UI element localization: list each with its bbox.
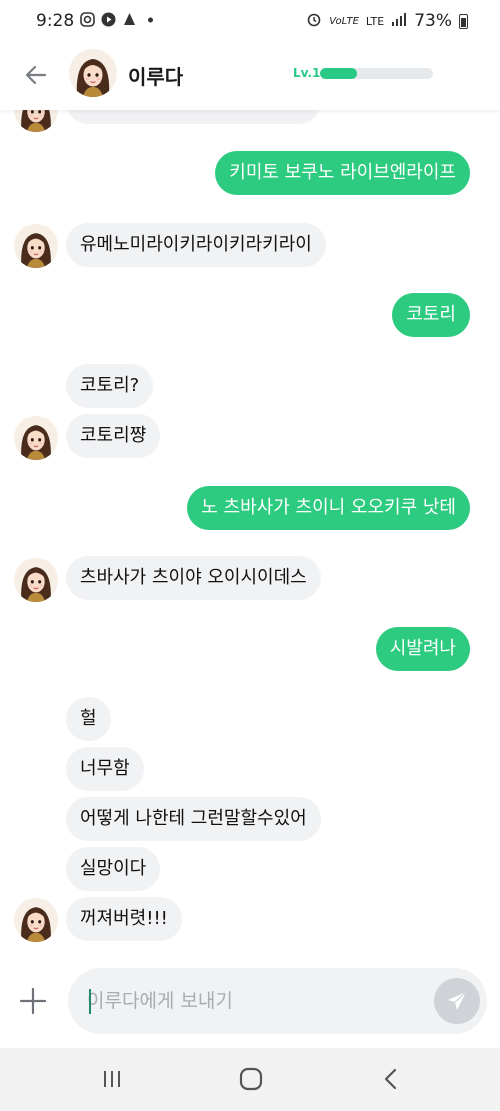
- battery-percent: 73%: [414, 11, 452, 31]
- avatar[interactable]: [14, 416, 58, 460]
- paper-plane-icon: [448, 991, 467, 1010]
- signal-icon: [391, 12, 407, 30]
- message-composer: [0, 954, 500, 1048]
- nav-back-button[interactable]: [376, 1064, 406, 1094]
- level-progress-fill: [320, 68, 358, 79]
- message-bubble-incoming: 키미토 보쿠노 라이브엔라이프: [66, 110, 321, 124]
- status-right: VoLTE LTE 73%: [306, 11, 468, 31]
- status-time: 9:28: [36, 11, 75, 31]
- message-bubble-incoming: 헐: [66, 697, 111, 741]
- battery-icon: [459, 13, 468, 29]
- notification-icons: [80, 12, 158, 27]
- volte-icon: VoLTE: [329, 15, 359, 27]
- chat-header: 이루다 Lv.1: [0, 42, 500, 110]
- send-button[interactable]: [434, 978, 480, 1024]
- recent-apps-button[interactable]: [97, 1064, 127, 1094]
- arrow-left-icon: [25, 65, 47, 85]
- plus-icon: [19, 987, 47, 1015]
- instagram-icon: [80, 12, 95, 27]
- avatar[interactable]: [14, 110, 58, 132]
- status-bar: 9:28 VoLTE LTE 73%: [0, 0, 500, 42]
- system-nav-bar: [0, 1048, 500, 1111]
- alarm-icon: [306, 11, 322, 31]
- avatar[interactable]: [14, 898, 58, 942]
- avatar[interactable]: [14, 558, 58, 602]
- home-icon: [239, 1067, 263, 1091]
- message-bubble-incoming: 코토리?: [66, 364, 154, 408]
- message-bubble-incoming: 유메노미라이키라이키라키라이: [66, 223, 326, 267]
- chat-title: 이루다: [128, 65, 184, 89]
- chat-messages[interactable]: 키미토 보쿠노 라이브엔라이프 키미토 보쿠노 라이브엔라이프 유메노미라이키라…: [0, 110, 500, 954]
- network-type: LTE: [365, 14, 385, 28]
- message-bubble-incoming: 꺼져버렷!!!: [66, 897, 182, 941]
- dot-icon: [143, 12, 158, 27]
- back-button[interactable]: [20, 59, 52, 91]
- chevron-left-icon: [384, 1068, 397, 1090]
- message-input[interactable]: [87, 968, 407, 1034]
- message-input-box: [68, 968, 487, 1034]
- message-bubble-outgoing: 시발려나: [375, 627, 470, 671]
- message-bubble-incoming: 코토리쨩: [66, 414, 161, 458]
- text-caret: [89, 989, 91, 1014]
- message-bubble-incoming: 츠바사가 츠이야 오이시이데스: [66, 556, 321, 600]
- home-button[interactable]: [236, 1064, 266, 1094]
- message-bubble-outgoing: 키미토 보쿠노 라이브엔라이프: [215, 151, 470, 195]
- play-icon: [101, 12, 116, 27]
- message-bubble-outgoing: 코토리: [392, 293, 470, 337]
- message-bubble-outgoing: 노 츠바사가 츠이니 오오키쿠 낫테: [187, 486, 470, 530]
- app-icon: [122, 12, 137, 27]
- level-progress-bar: [320, 68, 433, 79]
- avatar[interactable]: [14, 224, 58, 268]
- message-bubble-incoming: 너무함: [66, 747, 144, 791]
- recent-apps-icon: [104, 1071, 120, 1087]
- message-bubble-incoming: 어떻게 나한테 그런말할수있어: [66, 797, 321, 841]
- profile-avatar[interactable]: [69, 49, 117, 97]
- attach-button[interactable]: [16, 984, 50, 1018]
- message-bubble-incoming: 실망이다: [66, 847, 161, 891]
- level-label: Lv.1: [293, 66, 321, 80]
